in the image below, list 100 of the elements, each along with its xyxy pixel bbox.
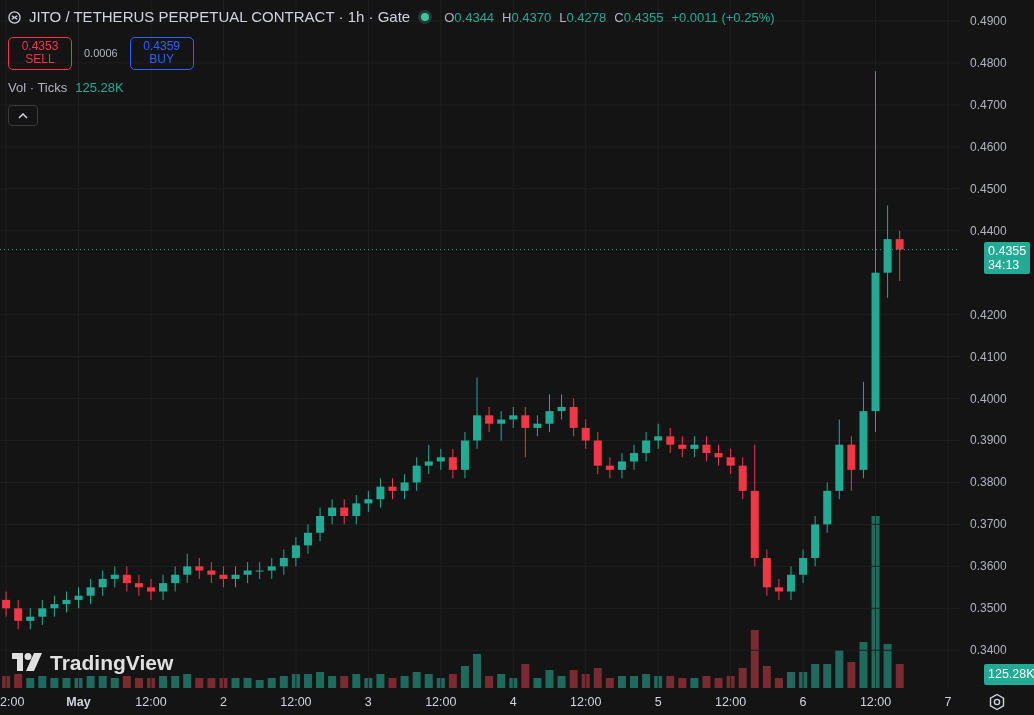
spread-value: 0.0006 bbox=[83, 45, 119, 61]
price-tick-label: 0.3700 bbox=[970, 517, 1007, 532]
candlestick bbox=[207, 561, 216, 584]
volume-bar bbox=[328, 676, 337, 688]
candlestick bbox=[62, 591, 71, 613]
candlestick bbox=[376, 477, 385, 509]
price-tick-label: 0.4200 bbox=[970, 307, 1007, 322]
candlestick bbox=[569, 398, 578, 437]
volume-bar bbox=[787, 672, 795, 688]
candlestick bbox=[122, 565, 131, 592]
sell-button[interactable]: 0.4353 SELL bbox=[8, 36, 72, 70]
candlestick bbox=[714, 444, 723, 467]
volume-bar bbox=[762, 666, 771, 688]
candlestick bbox=[231, 565, 240, 588]
volume-bar bbox=[485, 676, 494, 688]
candlestick bbox=[328, 498, 337, 525]
volume-bar bbox=[98, 676, 107, 688]
candlestick bbox=[593, 431, 602, 475]
candlestick bbox=[243, 561, 252, 584]
price-tick-label: 0.4700 bbox=[970, 97, 1007, 112]
candlestick bbox=[557, 393, 566, 420]
volume-bar bbox=[62, 678, 71, 688]
candlestick bbox=[316, 507, 325, 542]
volume-bar bbox=[642, 674, 651, 688]
candlestick bbox=[400, 473, 409, 500]
ohlc-value: 0.4370 bbox=[511, 8, 552, 27]
candlestick bbox=[2, 591, 11, 618]
candlestick bbox=[38, 599, 47, 626]
volume-bar bbox=[171, 676, 180, 688]
candlestick bbox=[267, 557, 276, 580]
candlestick bbox=[110, 565, 119, 588]
volume-bar bbox=[521, 664, 530, 688]
time-tick-label: 12:00 bbox=[425, 695, 457, 709]
time-tick-label: 12:00 bbox=[859, 695, 892, 709]
volume-bar bbox=[581, 674, 590, 688]
volume-bar bbox=[509, 678, 518, 688]
volume-bar bbox=[195, 678, 204, 688]
ohlc-label: H bbox=[502, 8, 512, 27]
collapse-button[interactable] bbox=[8, 105, 38, 126]
volume-bar bbox=[678, 678, 687, 688]
volume-bar bbox=[376, 674, 385, 688]
volume-bar bbox=[255, 680, 264, 688]
candlestick bbox=[702, 435, 711, 462]
volume-bar bbox=[811, 664, 820, 688]
price-tick-label: 0.4400 bbox=[970, 223, 1007, 238]
candlestick bbox=[183, 553, 192, 584]
candlestick bbox=[509, 406, 518, 429]
candlestick bbox=[726, 448, 735, 475]
volume-bar bbox=[835, 650, 844, 688]
candlestick bbox=[678, 435, 687, 458]
volume-bar bbox=[231, 678, 240, 688]
volume-bar bbox=[50, 678, 59, 688]
candlestick bbox=[159, 574, 168, 601]
candlestick bbox=[291, 536, 300, 567]
candlestick bbox=[690, 435, 699, 458]
volume-bar bbox=[38, 676, 47, 688]
price-tick-label: 0.4800 bbox=[970, 55, 1007, 70]
volume-label: 125.28K bbox=[984, 664, 1034, 685]
candlestick bbox=[521, 406, 530, 458]
volume-bar bbox=[774, 678, 783, 688]
price-tick-label: 0.4600 bbox=[970, 139, 1007, 154]
candlestick bbox=[98, 570, 107, 597]
candlestick bbox=[811, 515, 820, 567]
price-change: +0.0011 (+0.25%) bbox=[671, 8, 775, 27]
candlestick bbox=[654, 423, 663, 450]
candlestick bbox=[460, 431, 469, 479]
price-tick-label: 0.4500 bbox=[970, 181, 1007, 196]
candlestick bbox=[533, 414, 542, 437]
candlestick bbox=[14, 599, 23, 630]
volume-bar bbox=[605, 678, 614, 688]
volume-bar bbox=[473, 654, 482, 688]
volume-bar bbox=[545, 670, 554, 688]
volume-bar bbox=[74, 678, 83, 688]
buy-button[interactable]: 0.4359 BUY bbox=[129, 36, 194, 70]
candlestick bbox=[303, 523, 312, 555]
ohlc-value: 0.4355 bbox=[623, 8, 664, 27]
date-tick-label: 7 bbox=[944, 695, 952, 709]
volume-bar bbox=[424, 674, 433, 688]
candlestick bbox=[581, 419, 590, 450]
volume-bar bbox=[316, 672, 325, 688]
date-tick-label: 5 bbox=[654, 695, 662, 709]
settings-icon[interactable] bbox=[988, 692, 1006, 711]
volume-bar bbox=[303, 674, 312, 688]
candlestick bbox=[787, 565, 795, 601]
volume-bar bbox=[207, 678, 216, 688]
volume-bar bbox=[799, 672, 808, 688]
candlestick bbox=[448, 448, 457, 479]
volume-bar bbox=[400, 676, 409, 688]
ohlc-value: 0.4278 bbox=[566, 8, 607, 27]
logo-text: TradingView bbox=[50, 649, 174, 676]
candlestick bbox=[388, 477, 397, 500]
candlestick bbox=[630, 444, 638, 471]
candlestick bbox=[340, 498, 349, 525]
candlestick bbox=[412, 456, 421, 492]
volume-bar bbox=[183, 674, 192, 688]
candlestick bbox=[738, 456, 747, 500]
indicator-name: Vol · Ticks bbox=[8, 78, 68, 97]
candlestick bbox=[352, 494, 361, 525]
coin-icon bbox=[8, 10, 21, 24]
candlestick bbox=[195, 557, 204, 580]
